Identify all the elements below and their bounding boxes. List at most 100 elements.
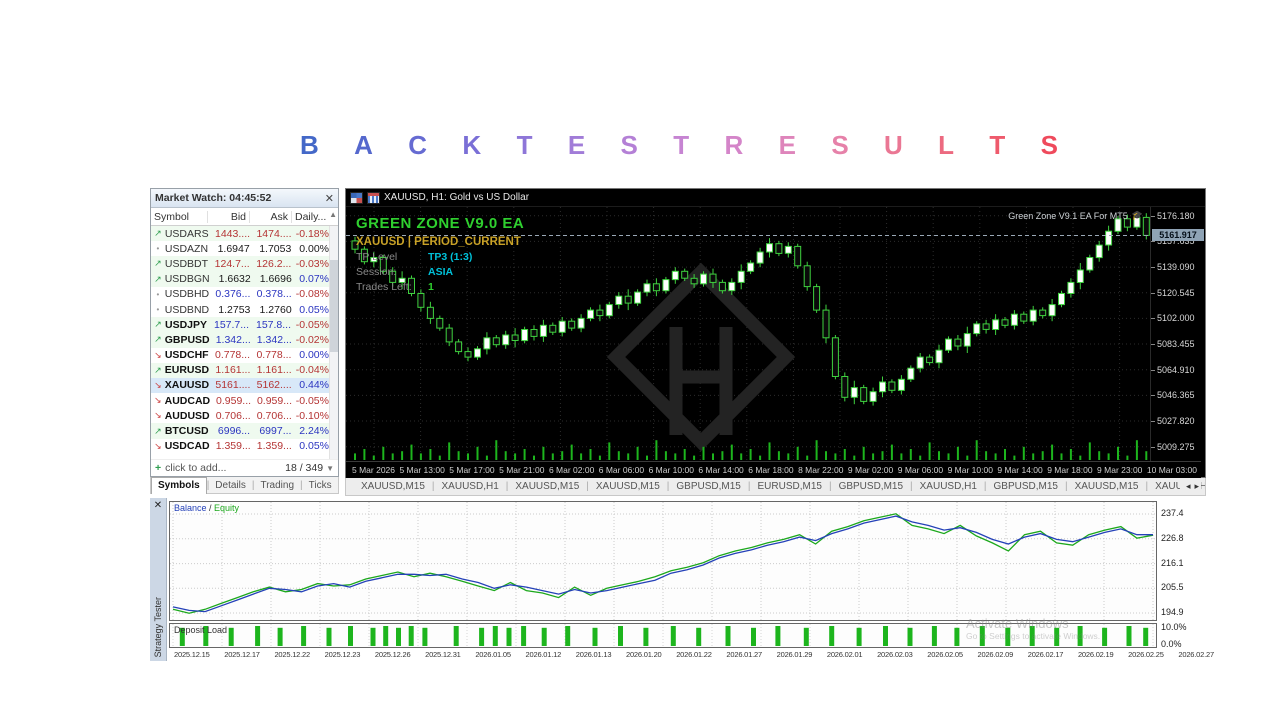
time-tick: 9 Mar 06:00 — [898, 465, 943, 475]
add-symbol-icon[interactable]: + — [155, 462, 161, 474]
price-axis[interactable]: 5176.1805157.6355139.0905120.5455102.000… — [1150, 207, 1205, 462]
trend-flat-icon: • — [151, 244, 165, 253]
market-watch-row[interactable]: ↗USDBGN1.66321.66960.07% — [151, 272, 338, 287]
tab-trading[interactable]: Trading — [254, 477, 300, 493]
tester-panel-label[interactable]: Strategy Tester — [153, 597, 163, 657]
backtest-results-page: BACKTESTRESULTS Market Watch: 04:45:52 ✕… — [0, 0, 1280, 720]
daily-change: 0.05% — [292, 304, 329, 316]
ea-overlay: GREEN ZONE V9.0 EA XAUUSD | PERIOD_CURRE… — [356, 215, 524, 293]
date-tick: 2026.02.25 — [1128, 650, 1164, 659]
market-watch-row[interactable]: ↘XAUUSD5161....5162....0.44% — [151, 378, 338, 393]
price-tick: 5120.545 — [1157, 288, 1195, 298]
ea-info-row: Session:ASIA — [356, 266, 524, 278]
bid-value: 0.376... — [209, 288, 250, 300]
chart-tab[interactable]: XAUUSD,H1 — [435, 481, 506, 492]
legend-equity: Equity — [214, 503, 239, 513]
market-watch-panel: Market Watch: 04:45:52 ✕ Symbol Bid Ask … — [150, 188, 339, 477]
chart-type-icon — [367, 192, 380, 204]
legend-balance: Balance — [174, 503, 207, 513]
title-letter: C — [408, 130, 427, 161]
deposit-load-chart[interactable]: Deposit Load — [169, 623, 1157, 648]
market-watch-row[interactable]: ↘AUDUSD0.706...0.706...-0.10% — [151, 408, 338, 423]
title-letter: K — [462, 130, 481, 161]
chart-window: XAUUSD, H1: Gold vs US Dollar GREEN ZONE… — [345, 188, 1206, 478]
market-watch-scrollbar[interactable] — [329, 226, 338, 459]
market-watch-row[interactable]: •USDBHD0.376...0.378...-0.08% — [151, 287, 338, 302]
add-symbol-label[interactable]: click to add... — [165, 462, 226, 474]
market-watch-row[interactable]: ↗BTCUSD6996...6997...2.24% — [151, 423, 338, 438]
chart-tab[interactable]: XAUUSD,M15 — [1068, 481, 1146, 492]
tester-side-strip: ✕ Strategy Tester — [150, 498, 167, 661]
deposit-axis-max: 10.0% — [1161, 622, 1207, 632]
ea-info-row: TP LevelTP3 (1:3) — [356, 251, 524, 263]
graduation-cap-icon: 🎓 — [1132, 210, 1143, 221]
market-watch-row[interactable]: ↘USDCHF0.778...0.778...0.00% — [151, 348, 338, 363]
ask-value: 5162.... — [250, 379, 291, 391]
market-watch-row[interactable]: •USDBND1.27531.27600.05% — [151, 302, 338, 317]
chart-tab[interactable]: GBPUSD,M15 — [987, 481, 1065, 492]
date-tick: 2025.12.23 — [325, 650, 361, 659]
time-tick: 6 Mar 10:00 — [649, 465, 694, 475]
chart-titlebar: XAUUSD, H1: Gold vs US Dollar — [346, 189, 1205, 207]
symbol-name: USDCAD — [165, 440, 210, 452]
bid-value: 0.959... — [210, 395, 251, 407]
chart-tab[interactable]: GBPUSD,M15 — [669, 481, 747, 492]
time-axis[interactable]: 5 Mar 20265 Mar 13:005 Mar 17:005 Mar 21… — [346, 461, 1201, 478]
ask-value: 1.161... — [250, 364, 291, 376]
ask-value: 0.378... — [250, 288, 291, 300]
bid-value: 1.342... — [210, 334, 251, 346]
title-letter: B — [300, 130, 319, 161]
balance-equity-chart[interactable]: Balance / Equity — [169, 501, 1157, 621]
tab-arrow-icon[interactable]: ▸ — [1192, 481, 1201, 491]
close-icon[interactable]: ✕ — [154, 500, 162, 511]
chart-tab[interactable]: XAUUSD,H1 — [913, 481, 984, 492]
column-bid[interactable]: Bid — [207, 211, 249, 223]
date-tick: 2026.01.12 — [526, 650, 562, 659]
market-watch-row[interactable]: ↘AUDCAD0.959...0.959...-0.05% — [151, 393, 338, 408]
market-watch-row[interactable]: ↗GBPUSD1.342...1.342...-0.02% — [151, 332, 338, 347]
date-tick: 2026.02.17 — [1028, 650, 1064, 659]
tab-scroll-arrows[interactable]: ◂▸ — [1180, 481, 1201, 492]
tab-symbols[interactable]: Symbols — [151, 477, 207, 494]
tab-details[interactable]: Details — [209, 477, 252, 493]
chart-tab[interactable]: EURUSD,M15 — [750, 481, 828, 492]
price-tick: 5027.820 — [1157, 416, 1195, 426]
scrollbar-thumb[interactable] — [330, 260, 338, 352]
daily-change: -0.04% — [292, 364, 329, 376]
market-watch-row[interactable]: ↗USDBDT124.7...126.2...-0.03% — [151, 256, 338, 271]
symbol-name: USDJPY — [165, 319, 207, 331]
scroll-up-icon[interactable]: ▲ — [329, 210, 337, 219]
date-tick: 2026.02.05 — [927, 650, 963, 659]
chart-tab[interactable]: XAUUSD,M15 — [508, 481, 586, 492]
daily-change: -0.02% — [292, 334, 329, 346]
window-icon — [350, 192, 363, 204]
market-watch-header: Symbol Bid Ask Daily... ▲ — [151, 208, 338, 226]
trend-down-icon: ↘ — [151, 380, 165, 391]
market-watch-row[interactable]: ↗USDARS1443....1474....-0.18% — [151, 226, 338, 241]
chart-tab[interactable]: XAUUSD,M15 — [354, 481, 432, 492]
title-letter: S — [621, 130, 638, 161]
market-watch-row[interactable]: ↗USDJPY157.7...157.8...-0.05% — [151, 317, 338, 332]
market-watch-row[interactable]: ↘USDCAD1.359...1.359...0.05% — [151, 439, 338, 454]
price-tick: 5176.180 — [1157, 211, 1195, 221]
market-watch-row[interactable]: ↗EURUSD1.161...1.161...-0.04% — [151, 363, 338, 378]
price-tick: 5046.365 — [1157, 390, 1195, 400]
scroll-down-icon[interactable]: ▼ — [326, 464, 334, 473]
chart-tab[interactable]: GBPUSD,M15 — [832, 481, 910, 492]
time-tick: 6 Mar 06:00 — [599, 465, 644, 475]
symbol-name: USDARS — [165, 228, 209, 240]
column-symbol[interactable]: Symbol — [151, 211, 207, 223]
date-tick: 2026.01.27 — [726, 650, 762, 659]
column-ask[interactable]: Ask — [249, 211, 291, 223]
ea-badge: Green Zone V9.1 EA For MT5 🎓 — [1008, 210, 1143, 221]
chart-tab[interactable]: XAUUSD,M15 — [589, 481, 667, 492]
trend-down-icon: ↘ — [151, 441, 165, 452]
time-tick: 9 Mar 14:00 — [997, 465, 1042, 475]
info-value: TP3 (1:3) — [428, 251, 472, 263]
close-icon[interactable]: ✕ — [325, 192, 334, 205]
market-watch-row[interactable]: •USDAZN1.69471.70530.00% — [151, 241, 338, 256]
symbol-name: USDCHF — [165, 349, 209, 361]
info-value: 1 — [428, 281, 434, 293]
tab-ticks[interactable]: Ticks — [303, 477, 338, 493]
date-tick: 2025.12.17 — [224, 650, 260, 659]
